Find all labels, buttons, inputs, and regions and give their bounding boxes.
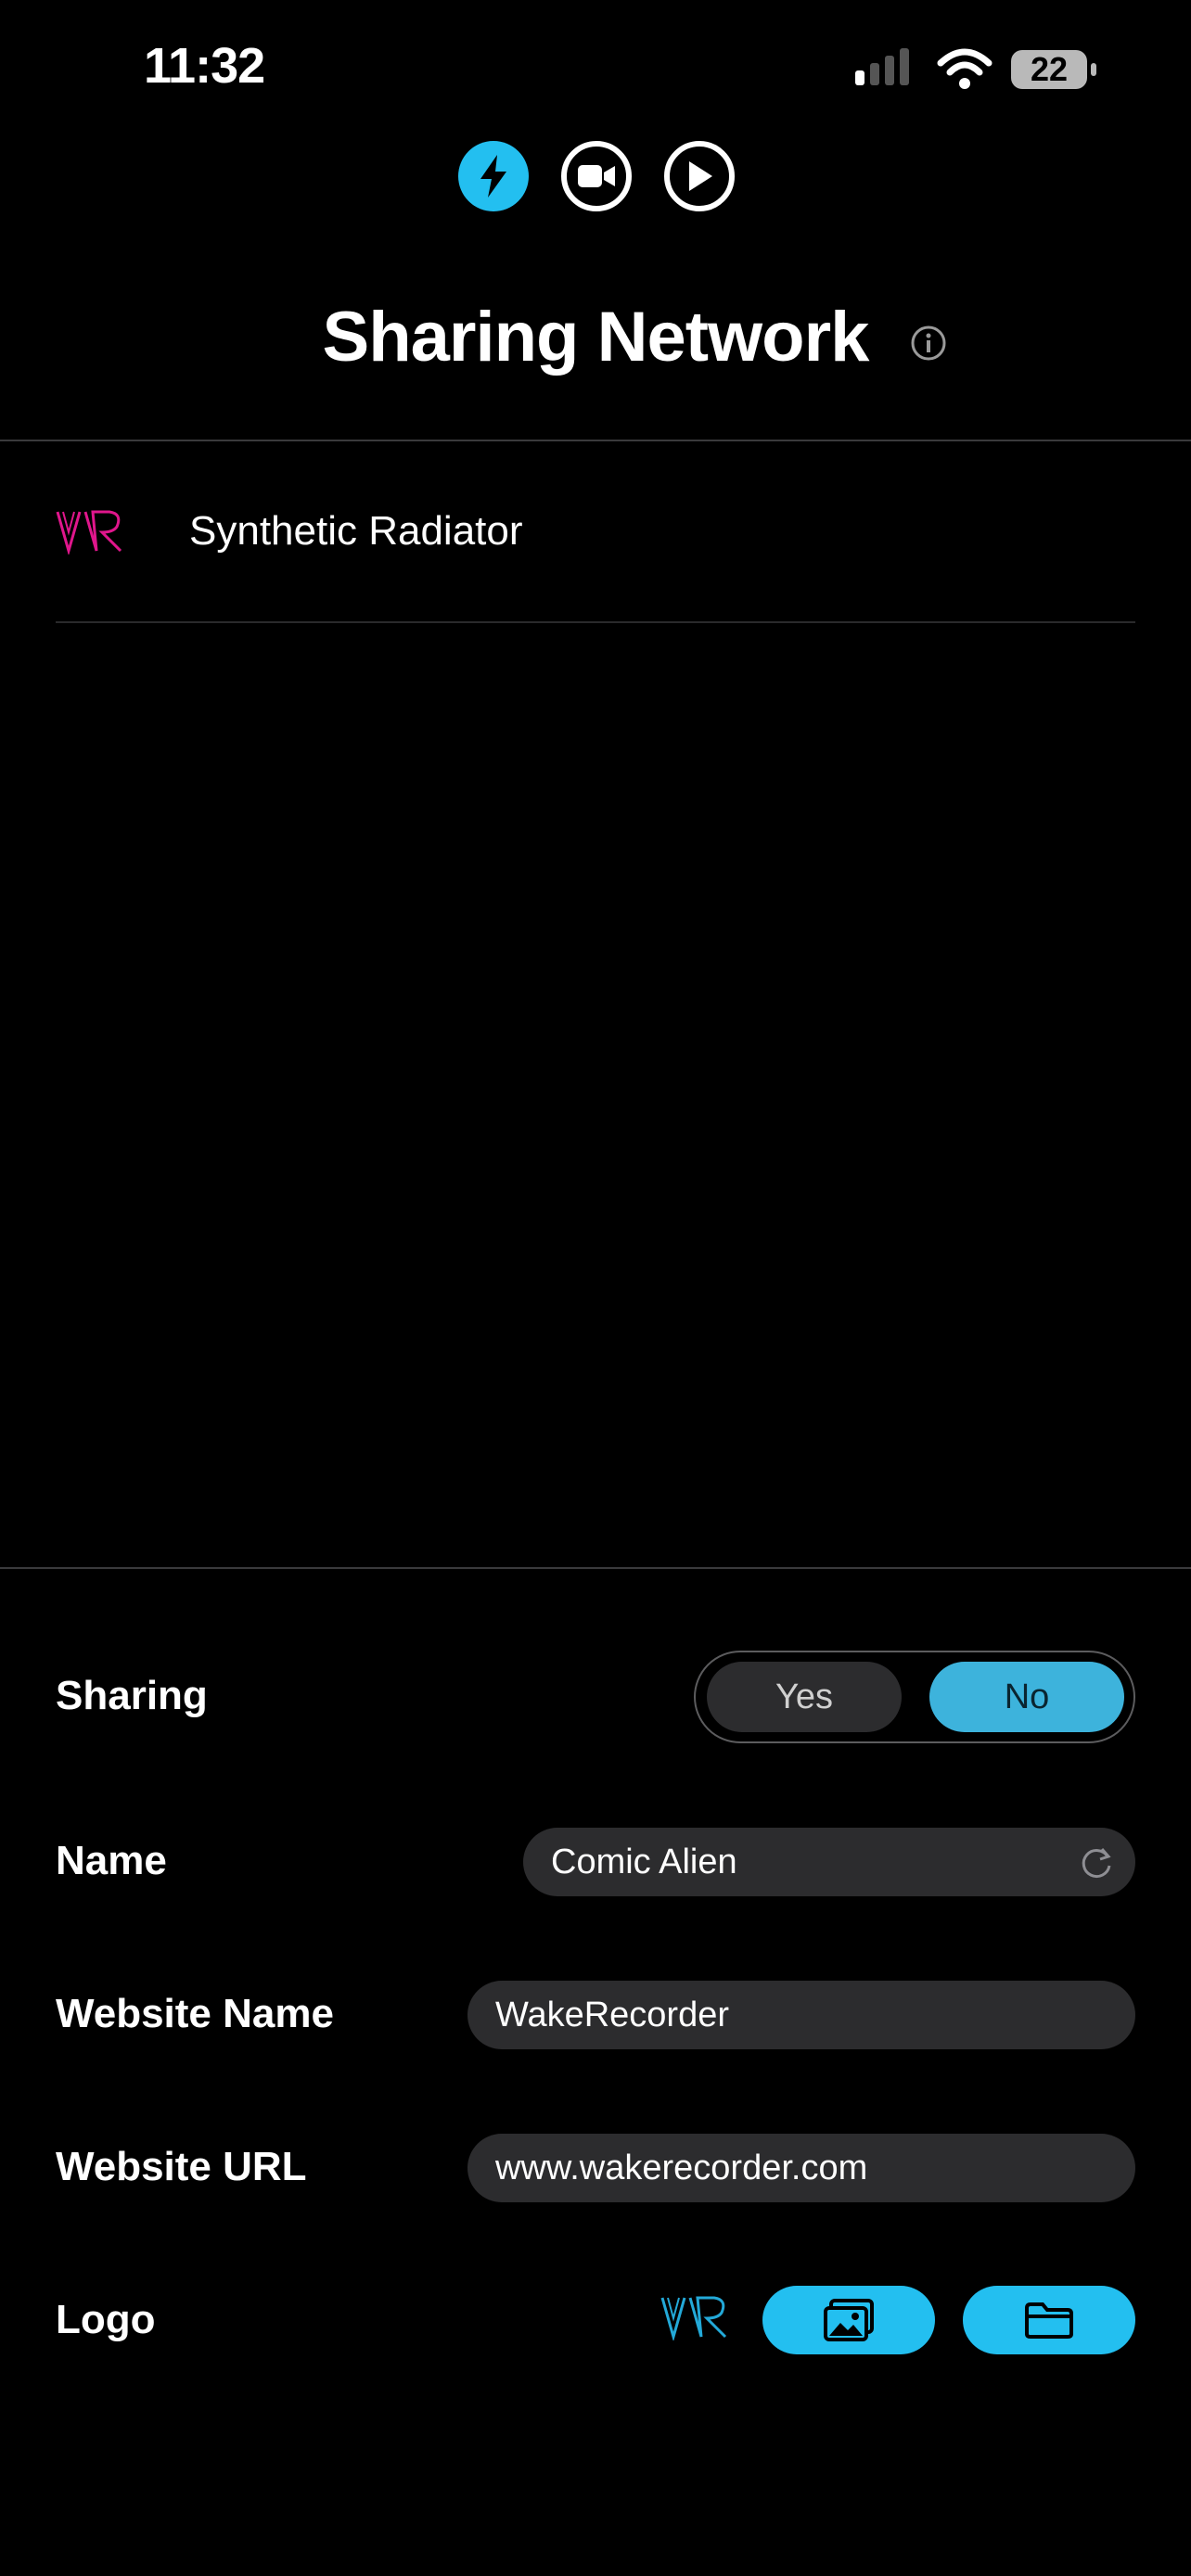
video-camera-icon	[578, 165, 615, 187]
website-url-label: Website URL	[56, 2144, 307, 2189]
list-divider	[56, 621, 1135, 623]
folder-button[interactable]	[963, 2286, 1135, 2354]
logo-preview-icon	[660, 2296, 727, 2340]
refresh-icon[interactable]	[1078, 1843, 1115, 1881]
wifi-icon	[937, 48, 992, 89]
sharing-yes-option[interactable]: Yes	[707, 1662, 902, 1732]
vr-logo-icon	[56, 510, 122, 555]
website-url-value: www.wakerecorder.com	[495, 2149, 868, 2187]
logo-label: Logo	[56, 2297, 156, 2342]
lightning-icon	[480, 155, 506, 198]
header-divider	[0, 440, 1191, 441]
settings-divider	[0, 1567, 1191, 1569]
status-time: 11:32	[144, 38, 265, 94]
photo-library-button[interactable]	[762, 2286, 935, 2354]
status-indicators: 22	[853, 45, 1113, 96]
sharing-toggle[interactable]: Yes No	[694, 1651, 1135, 1743]
website-url-field[interactable]: www.wakerecorder.com	[467, 2134, 1135, 2202]
info-icon[interactable]	[909, 324, 948, 363]
play-icon	[689, 161, 712, 191]
website-name-label: Website Name	[56, 1991, 334, 2036]
lightning-mode-button[interactable]	[458, 141, 529, 211]
list-item[interactable]: Synthetic Radiator	[0, 443, 1191, 619]
website-name-value: WakeRecorder	[495, 1996, 730, 2034]
website-name-field[interactable]: WakeRecorder	[467, 1981, 1135, 2049]
name-label: Name	[56, 1838, 167, 1883]
battery-indicator: 22	[1011, 50, 1087, 89]
name-value: Comic Alien	[551, 1843, 737, 1881]
cellular-signal-icon	[855, 48, 909, 85]
video-mode-button[interactable]	[561, 141, 632, 211]
photo-library-icon	[824, 2299, 874, 2341]
battery-cap	[1091, 63, 1096, 76]
list-item-label: Synthetic Radiator	[189, 508, 523, 554]
sharing-no-option[interactable]: No	[929, 1662, 1124, 1732]
name-field[interactable]: Comic Alien	[523, 1828, 1135, 1896]
folder-icon	[1025, 2302, 1073, 2339]
playback-mode-button[interactable]	[664, 141, 735, 211]
sharing-label: Sharing	[56, 1673, 208, 1718]
page-title-text: Sharing Network	[322, 298, 870, 376]
page-title: Sharing Network	[0, 297, 1191, 377]
